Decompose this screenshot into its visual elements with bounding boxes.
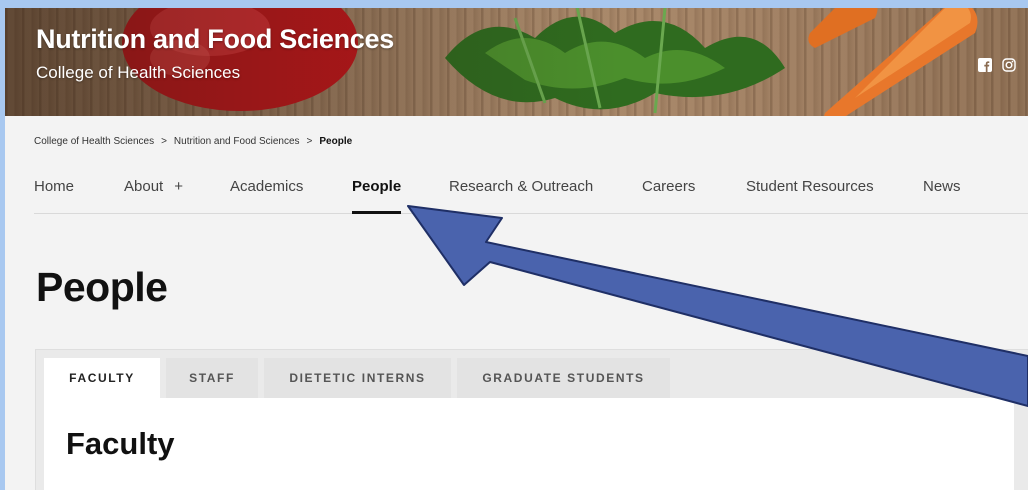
tab-staff[interactable]: STAFF — [166, 358, 258, 398]
main-nav: Home About + Academics People Research & … — [5, 178, 1028, 214]
tab-graduate-students[interactable]: GRADUATE STUDENTS — [457, 358, 670, 398]
page-title: People — [36, 264, 168, 310]
breadcrumb-current: People — [319, 136, 353, 147]
plus-icon[interactable]: + — [174, 178, 183, 195]
facebook-icon[interactable] — [978, 58, 992, 72]
nav-item-careers[interactable]: Careers — [642, 178, 695, 195]
nav-item-home[interactable]: Home — [34, 178, 74, 195]
breadcrumb-separator: > — [306, 136, 313, 147]
instagram-icon[interactable] — [1002, 58, 1016, 72]
nav-item-about-label: About — [124, 178, 164, 195]
tab-content: Faculty — [44, 398, 1014, 490]
nav-divider — [34, 213, 1028, 214]
section-title: Faculty — [66, 426, 175, 461]
nav-item-news[interactable]: News — [923, 178, 961, 195]
breadcrumb-link-college[interactable]: College of Health Sciences — [34, 136, 154, 147]
site-title[interactable]: Nutrition and Food Sciences — [36, 24, 394, 55]
webpage-frame: Nutrition and Food Sciences College of H… — [5, 8, 1028, 490]
nav-item-student-resources[interactable]: Student Resources — [746, 178, 874, 195]
nav-item-people[interactable]: People — [352, 178, 401, 195]
nav-active-indicator — [352, 211, 401, 214]
breadcrumb-separator: > — [161, 136, 167, 147]
nav-item-academics[interactable]: Academics — [230, 178, 303, 195]
social-links — [978, 58, 1016, 72]
breadcrumb: College of Health Sciences > Nutrition and… — [34, 136, 352, 147]
header-banner: Nutrition and Food Sciences College of H… — [5, 8, 1028, 116]
tab-dietetic-interns[interactable]: DIETETIC INTERNS — [264, 358, 451, 398]
tab-faculty[interactable]: FACULTY — [44, 358, 160, 398]
nav-item-about[interactable]: About + — [124, 178, 183, 195]
people-tabs-panel: FACULTY STAFF DIETETIC INTERNS GRADUATE … — [35, 349, 1028, 490]
nav-item-research-outreach[interactable]: Research & Outreach — [449, 178, 593, 195]
site-subtitle[interactable]: College of Health Sciences — [36, 63, 240, 83]
breadcrumb-link-department[interactable]: Nutrition and Food Sciences — [174, 136, 300, 147]
